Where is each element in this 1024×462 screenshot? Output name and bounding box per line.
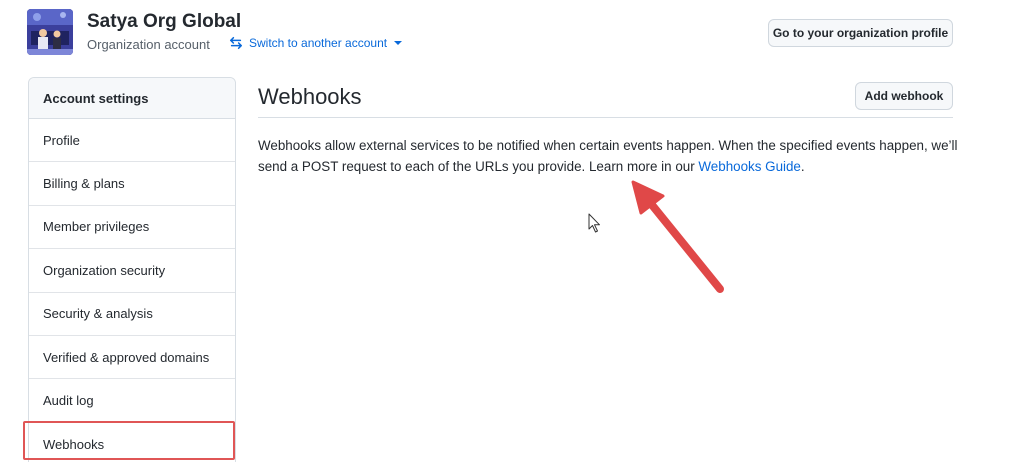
- sidebar-item-organization-security[interactable]: Organization security: [29, 249, 235, 293]
- sidebar-title: Account settings: [29, 78, 235, 119]
- title-divider: [258, 117, 953, 118]
- avatar[interactable]: [27, 9, 73, 55]
- add-webhook-button[interactable]: Add webhook: [855, 82, 953, 110]
- mouse-pointer-icon: [588, 213, 600, 233]
- sidebar-item-billing[interactable]: Billing & plans: [29, 162, 235, 206]
- sidebar-item-webhooks[interactable]: Webhooks: [29, 423, 235, 462]
- chevron-down-icon: [394, 41, 403, 45]
- switch-arrows-icon: [229, 36, 243, 50]
- sidebar-item-security-analysis[interactable]: Security & analysis: [29, 293, 235, 336]
- description-text: Webhooks allow external services to be n…: [258, 138, 958, 174]
- page-title: Webhooks: [258, 84, 362, 109]
- org-account-type: Organization account: [87, 37, 210, 52]
- annotation-arrow: [631, 180, 724, 293]
- description-end: .: [800, 159, 805, 174]
- webhooks-description: Webhooks allow external services to be n…: [258, 135, 958, 177]
- organization-profile-button[interactable]: Go to your organization profile: [768, 19, 953, 47]
- switch-account-link[interactable]: Switch to another account: [229, 36, 403, 50]
- sidebar-item-member-privileges[interactable]: Member privileges: [29, 206, 235, 250]
- sidebar-item-audit-log[interactable]: Audit log: [29, 379, 235, 423]
- sidebar-item-profile[interactable]: Profile: [29, 119, 235, 163]
- settings-sidebar: Account settings Profile Billing & plans…: [28, 77, 236, 462]
- sidebar-item-verified-domains[interactable]: Verified & approved domains: [29, 336, 235, 380]
- org-name: Satya Org Global: [87, 11, 242, 32]
- switch-account-label: Switch to another account: [249, 36, 388, 50]
- webhooks-guide-link[interactable]: Webhooks Guide: [698, 159, 800, 174]
